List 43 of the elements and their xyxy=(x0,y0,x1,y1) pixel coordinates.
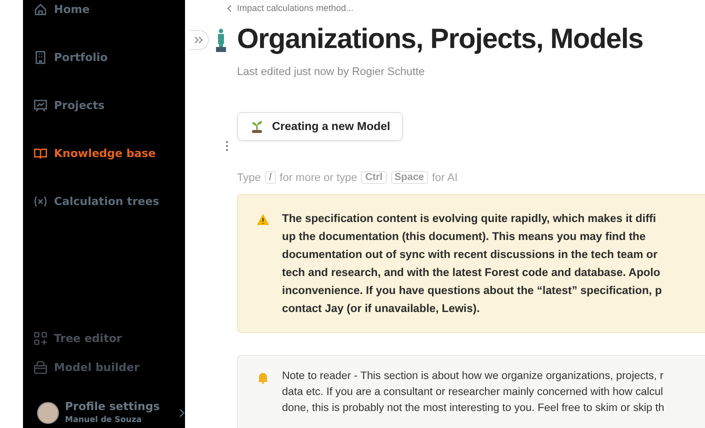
sidebar-item[interactable]: Knowledge base xyxy=(33,142,185,164)
callout-text: Note to reader - This section is about how we organize organizations, projects, r xyxy=(282,369,664,384)
keyboard-key: Ctrl xyxy=(361,171,387,184)
callout-text: data etc. If you are a consultant or researcher mainly concerned with how calcul xyxy=(282,385,664,400)
sidebar-item[interactable]: Projects xyxy=(33,94,185,116)
callout-text: inconvenience. If you have questions about the “latest” specification, p xyxy=(282,284,662,299)
callout-text: tech and research, and with the latest Forest code and database. Apolo xyxy=(282,266,662,281)
expand-sidebar-button[interactable] xyxy=(189,30,209,50)
keyboard-key: / xyxy=(264,171,276,184)
callout-text: contact Jay (or if unavailable, Lewis). xyxy=(282,302,481,317)
breadcrumb-link[interactable]: Impact calculations method... xyxy=(237,3,354,13)
statue-icon xyxy=(215,28,227,52)
sidebar-item[interactable]: Portfolio xyxy=(33,46,185,68)
last-edited-text: Last edited just now by Rogier Schutte xyxy=(237,66,426,78)
home-icon xyxy=(33,2,48,16)
warning-icon xyxy=(256,213,270,226)
avatar xyxy=(37,402,59,424)
user-name: Manuel de Souza xyxy=(65,414,143,426)
seedling-icon xyxy=(250,120,264,133)
hint-text: for more or type xyxy=(280,172,358,184)
sidebar-item[interactable]: Calculation trees xyxy=(33,190,185,212)
building-icon xyxy=(33,50,48,64)
callout-text: The specification content is evolving quite rapidly, which makes it diffi xyxy=(282,212,658,227)
drag-handle-icon[interactable] xyxy=(225,140,229,152)
variable-icon xyxy=(33,194,48,208)
keyboard-key: Space xyxy=(390,171,428,184)
callout-text: up the documentation (this document). This means you may find the xyxy=(282,230,647,245)
double-chevron-icon xyxy=(194,36,204,44)
chevron-left-icon xyxy=(227,4,232,12)
hint-text: Type xyxy=(237,172,261,184)
grid-plus-icon xyxy=(33,330,48,346)
page-title: Organizations, Projects, Models xyxy=(237,22,644,56)
page-link-card[interactable]: Creating a new Model xyxy=(237,112,404,141)
bell-icon xyxy=(256,371,270,384)
hint-text: for AI xyxy=(432,172,458,184)
chevron-right-icon xyxy=(178,407,185,419)
presentation-icon xyxy=(33,98,48,112)
book-icon xyxy=(33,146,48,160)
sidebar-item[interactable]: Home xyxy=(33,0,185,20)
callout-text: documentation out of sync with recent discussions in the tech team or xyxy=(282,248,658,263)
box-icon xyxy=(33,360,48,374)
profile-settings-link[interactable]: Profile settings xyxy=(65,400,160,413)
callout-text: done, this is probably not the most interesting to you. Feel free to skim or skip th xyxy=(282,401,664,416)
